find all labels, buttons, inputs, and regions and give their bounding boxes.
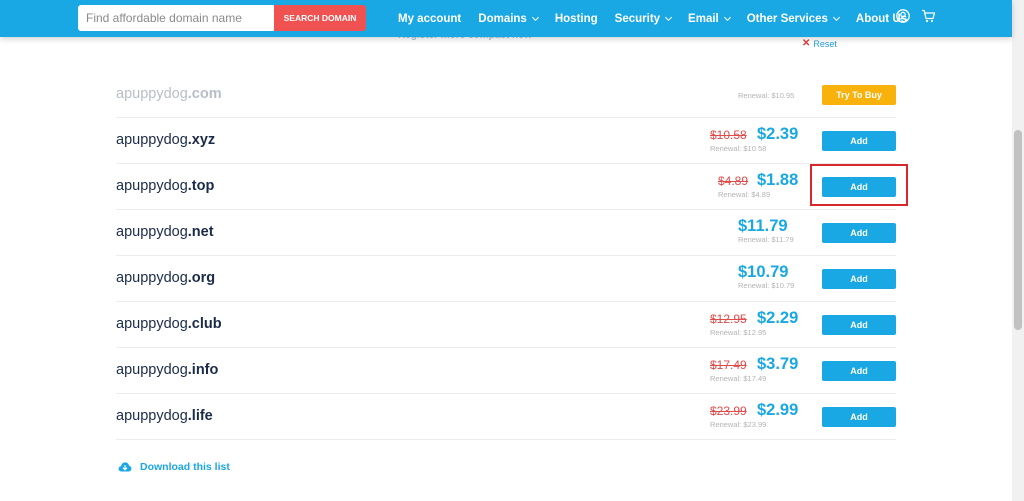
download-list-label: Download this list: [140, 461, 230, 473]
domain-search-input[interactable]: Find affordable domain name: [78, 5, 274, 31]
price: $10.79: [738, 263, 789, 281]
original-price: $17.49: [710, 358, 747, 372]
download-list-link[interactable]: Download this list: [118, 461, 230, 473]
sale-price: $2.99: [757, 401, 799, 419]
search-domain-button[interactable]: SEARCH DOMAIN: [274, 5, 366, 31]
nav-label: Other Services: [746, 12, 828, 25]
domain-name: apuppydog.club: [116, 316, 222, 332]
original-price: $23.99: [710, 404, 747, 418]
add-to-cart-button[interactable]: Add: [822, 223, 896, 243]
original-price: $4.89: [718, 174, 749, 188]
domain-result-row: apuppydog.life $23.99 $2.99 Renewal: $23…: [116, 394, 896, 440]
close-icon: ✕: [802, 38, 811, 49]
nav-hosting[interactable]: Hosting: [555, 13, 598, 25]
chevron-down-icon: [832, 13, 840, 21]
sale-price: $2.39: [757, 125, 799, 143]
chevron-down-icon: [723, 13, 731, 21]
domain-result-row: apuppydog.club $12.95 $2.29 Renewal: $12…: [116, 302, 896, 348]
domain-result-row: apuppydog.org $10.79 Renewal: $10.79 Add: [116, 256, 896, 302]
nav-my-account[interactable]: My account: [398, 13, 461, 25]
original-price: $12.95: [710, 312, 747, 326]
highlight-box: [810, 164, 908, 206]
add-to-cart-button[interactable]: Add: [822, 315, 896, 335]
chevron-down-icon: [531, 13, 539, 21]
scrollbar-thumb[interactable]: [1014, 130, 1022, 330]
domain-result-row: apuppydog.net $11.79 Renewal: $11.79 Add: [116, 210, 896, 256]
renewal-price: Renewal: $17.49: [710, 374, 767, 383]
nav-domains[interactable]: Domains: [478, 12, 539, 25]
reset-label: Reset: [813, 38, 837, 49]
domain-name: apuppydog.org: [116, 270, 216, 286]
domain-result-row: apuppydog.info $17.49 $3.79 Renewal: $17…: [116, 348, 896, 394]
add-to-cart-button[interactable]: Add: [822, 361, 896, 381]
user-icon[interactable]: [896, 9, 910, 23]
add-to-cart-button[interactable]: Add: [822, 407, 896, 427]
page: Find affordable domain name SEARCH DOMAI…: [0, 0, 1024, 501]
nav-label: My account: [398, 12, 462, 25]
cloud-download-icon: [118, 462, 132, 472]
renewal-price: Renewal: $10.95: [738, 91, 795, 100]
domain-result-row: apuppydog.top $4.89 $1.88 Renewal: $4.89…: [116, 164, 896, 210]
domain-name: apuppydog.net: [116, 224, 214, 240]
original-price: $10.58: [710, 128, 747, 142]
renewal-price: Renewal: $11.79: [738, 235, 794, 244]
nav-security[interactable]: Security: [614, 12, 673, 25]
sale-price: $2.29: [757, 309, 799, 327]
sale-price: $1.88: [757, 171, 799, 189]
renewal-price: Renewal: $12.95: [710, 328, 767, 337]
domain-name: apuppydog.com: [116, 86, 222, 102]
main-nav: My account Domains Hosting Security Emai…: [398, 0, 924, 37]
domain-name: apuppydog.info: [116, 362, 219, 378]
try-to-buy-button[interactable]: Try To Buy: [822, 85, 896, 105]
nav-email[interactable]: Email: [688, 12, 731, 25]
domain-result-row: apuppydog.com Renewal: $10.95 Try To Buy: [116, 72, 896, 118]
add-to-cart-button[interactable]: Add: [822, 131, 896, 151]
nav-label: Domains: [478, 12, 527, 25]
cart-icon[interactable]: [921, 9, 936, 23]
renewal-price: Renewal: $10.79: [738, 281, 795, 290]
sale-price: $3.79: [757, 355, 799, 373]
domain-result-row: apuppydog.xyz $10.58 $2.39 Renewal: $10.…: [116, 118, 896, 164]
top-navigation-bar: Find affordable domain name SEARCH DOMAI…: [0, 0, 1012, 37]
domain-name: apuppydog.xyz: [116, 132, 216, 148]
domain-name: apuppydog.top: [116, 178, 215, 194]
nav-label: Security: [614, 12, 661, 25]
reset-link[interactable]: ✕ Reset: [802, 38, 837, 49]
nav-other-services[interactable]: Other Services: [746, 12, 840, 25]
chevron-down-icon: [665, 13, 673, 21]
price: $11.79: [738, 217, 788, 235]
vertical-scrollbar[interactable]: [1012, 0, 1024, 501]
domain-name: apuppydog.life: [116, 408, 213, 424]
renewal-price: Renewal: $10.58: [710, 144, 767, 153]
renewal-price: Renewal: $23.99: [710, 420, 767, 429]
nav-label: Email: [688, 12, 719, 25]
renewal-price: Renewal: $4.89: [718, 190, 771, 199]
nav-label: Hosting: [554, 12, 598, 25]
add-to-cart-button[interactable]: Add: [822, 269, 896, 289]
